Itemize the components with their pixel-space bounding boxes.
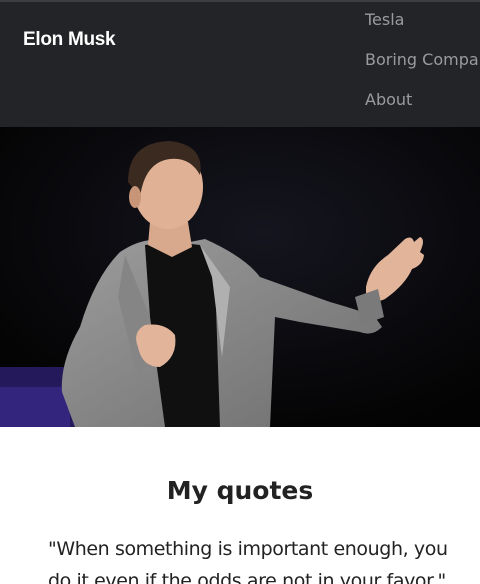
nav-item-tesla: Tesla	[365, 2, 480, 42]
quotes-title: My quotes	[166, 476, 314, 505]
hero-image	[0, 127, 480, 427]
quote-text: "When something is important enough, you…	[48, 538, 448, 584]
hero-photo	[0, 127, 480, 427]
nav-links: Tesla Boring Company About	[365, 2, 480, 122]
nav-link-about[interactable]: About	[365, 90, 412, 109]
quotes-section: My quotes "When something is important e…	[0, 427, 480, 584]
navbar: Elon Musk Tesla Boring Company About	[0, 0, 480, 127]
nav-item-boring-company: Boring Company	[365, 42, 480, 82]
brand-link[interactable]: Elon Musk	[23, 29, 116, 51]
nav-link-tesla[interactable]: Tesla	[365, 10, 404, 29]
nav-link-boring-company[interactable]: Boring Company	[365, 50, 480, 69]
nav-item-about: About	[365, 82, 480, 122]
